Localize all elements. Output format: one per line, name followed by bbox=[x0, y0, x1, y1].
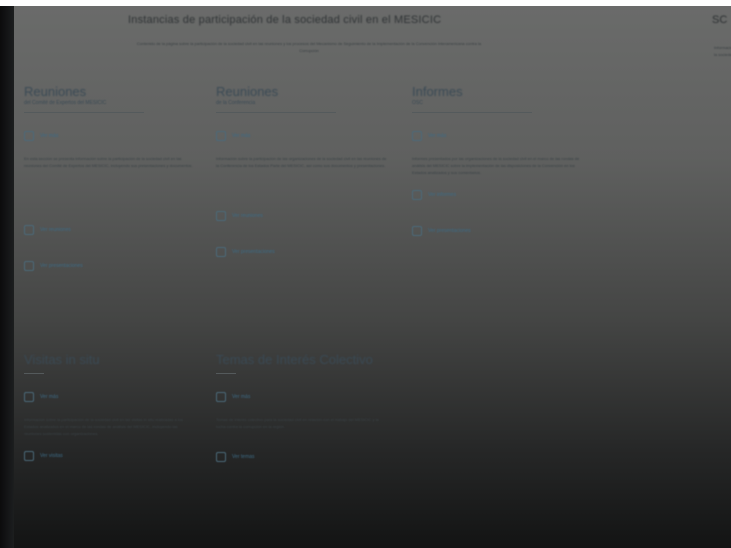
card-description: Información sobre la participación de la… bbox=[24, 417, 183, 436]
card-link-2[interactable]: Ver informes bbox=[412, 190, 584, 200]
card-link-2-label: Ver visitas bbox=[40, 453, 63, 459]
page-subtitle: Contenido de la página sobre la particip… bbox=[136, 41, 482, 53]
card-visitas-in-situ: Visitas in situ Ver más Información sobr… bbox=[24, 352, 196, 461]
card-link[interactable]: Ver más bbox=[24, 392, 196, 402]
card-description: Información sobre la participación de la… bbox=[216, 156, 387, 168]
card-link-label: Ver más bbox=[232, 133, 251, 139]
card-reuniones-comite: Reuniones del Comité de Expertos del MES… bbox=[24, 84, 196, 271]
card-link-3[interactable]: Ver presentaciones bbox=[216, 247, 388, 257]
card-divider bbox=[24, 373, 44, 374]
card-subtitle: OSC bbox=[412, 100, 423, 106]
card-subtitle: de la Conferencia bbox=[216, 100, 256, 106]
card-link-3[interactable]: Ver presentaciones bbox=[412, 226, 584, 236]
corner-subtitle: Información de la sociedad civil bbox=[714, 45, 731, 57]
window-edge bbox=[0, 6, 14, 548]
card-link[interactable]: Ver más bbox=[412, 131, 584, 141]
card-divider bbox=[216, 373, 236, 374]
document-icon bbox=[412, 190, 422, 200]
card-title: Reuniones bbox=[24, 84, 87, 99]
card-description: En esta sección se presenta información … bbox=[24, 156, 193, 168]
card-link-label: Ver más bbox=[40, 394, 59, 400]
card-link-2[interactable]: Ver temas bbox=[216, 452, 388, 462]
card-link-2-label: Ver reuniones bbox=[232, 213, 263, 219]
document-icon bbox=[216, 131, 226, 141]
card-link-2[interactable]: Ver reuniones bbox=[216, 211, 388, 221]
corner-title: SC bbox=[712, 14, 728, 26]
page-content: Instancias de participación de la socied… bbox=[14, 6, 731, 548]
document-icon bbox=[24, 131, 34, 141]
card-link-2-label: Ver reuniones bbox=[40, 227, 71, 233]
card-title: Reuniones bbox=[216, 84, 279, 99]
card-link-label: Ver más bbox=[232, 394, 251, 400]
document-icon bbox=[24, 451, 34, 461]
card-link-3-label: Ver presentaciones bbox=[40, 263, 83, 269]
card-divider bbox=[24, 112, 144, 113]
card-title: Informes bbox=[412, 84, 463, 99]
card-reuniones-conferencia: Reuniones de la Conferencia Ver más Info… bbox=[216, 84, 388, 257]
card-divider bbox=[216, 112, 336, 113]
document-icon bbox=[216, 452, 226, 462]
document-icon bbox=[412, 226, 422, 236]
card-link-label: Ver más bbox=[40, 133, 59, 139]
document-icon bbox=[412, 131, 422, 141]
document-icon bbox=[216, 211, 226, 221]
document-icon bbox=[24, 225, 34, 235]
card-temas-interes: Temas de Interés Colectivo Ver más Temas… bbox=[216, 352, 388, 462]
page-title: Instancias de participación de la socied… bbox=[128, 14, 442, 26]
card-divider bbox=[412, 112, 532, 113]
card-link[interactable]: Ver más bbox=[216, 392, 388, 402]
document-icon bbox=[216, 392, 226, 402]
card-title: Temas de Interés Colectivo bbox=[216, 352, 373, 367]
card-link-2-label: Ver temas bbox=[232, 454, 255, 460]
card-description: Informes presentados por las organizacio… bbox=[412, 156, 580, 175]
card-link-3-label: Ver presentaciones bbox=[232, 249, 275, 255]
card-link-2[interactable]: Ver reuniones bbox=[24, 225, 196, 235]
card-link-2-label: Ver informes bbox=[428, 192, 457, 198]
card-informes: Informes OSC Ver más Informes presentado… bbox=[412, 84, 584, 236]
card-link[interactable]: Ver más bbox=[216, 131, 388, 141]
card-link[interactable]: Ver más bbox=[24, 131, 196, 141]
document-icon bbox=[24, 261, 34, 271]
card-title: Visitas in situ bbox=[24, 352, 100, 367]
document-icon bbox=[216, 247, 226, 257]
card-subtitle: del Comité de Expertos del MESICIC bbox=[24, 100, 107, 106]
card-link-3[interactable]: Ver presentaciones bbox=[24, 261, 196, 271]
card-link-3-label: Ver presentaciones bbox=[428, 228, 471, 234]
card-link-label: Ver más bbox=[428, 133, 447, 139]
document-icon bbox=[24, 392, 34, 402]
card-link-2[interactable]: Ver visitas bbox=[24, 451, 196, 461]
card-description: Temas de interés colectivo para la socie… bbox=[216, 417, 379, 429]
